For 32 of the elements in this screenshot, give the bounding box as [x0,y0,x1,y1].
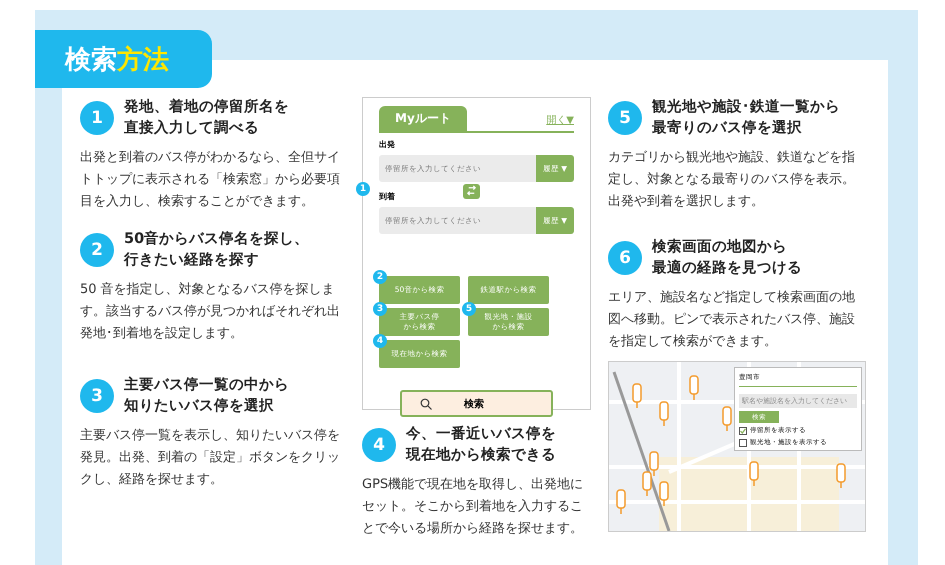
step-heading: 50音からバス停名を探し、 行きたい経路を探す [124,230,310,270]
field-label: 出発 [379,139,395,150]
option-checkbox[interactable] [739,426,747,434]
search-button[interactable]: 検索 [400,390,553,417]
step-number-badge: 4 [362,428,396,462]
step-description: 出発と到着のバス停がわかるなら、全但サイトトップに表示される「検索窓」から必要項目を入力し、検索することができます。 [80,149,341,211]
step-heading: 観光地や施設･鉄道一覧から 最寄りのバス停を選択 [652,98,840,138]
step-number-badge: 2 [373,270,387,284]
step-heading: 発地、着地の停留所名を 直接入力して調べる [124,97,289,138]
my-route-tab[interactable]: Myルート [379,106,467,131]
step-number-badge: 5 [462,302,476,316]
step-number-badge: 6 [608,241,642,275]
step-heading: 主要バス停一覧の中から 知りたいバス停を選択 [124,375,289,416]
step-description: 50 音を指定し、対象となるバス停を探します。該当するバス停が見つかればそれぞれ出発地･到着地を設定します。 [80,281,341,343]
step-description: エリア、施設名など指定して検索画面の地図へ移動。ピンで表示されたバス停、施設を指定して検索ができます。 [608,289,856,351]
step-number-badge: 3 [80,379,114,413]
search-icon [420,398,432,410]
option-checkbox[interactable] [739,438,747,446]
step-description: カテゴリから観光地や施設、鉄道などを指定し、対象となる最寄りのバス停を表示。出発や到着を選択します。 [608,149,856,211]
step-heading: 今、一番近いバス停を 現在地から検索できる [406,424,556,465]
step-heading: 検索画面の地図から 最適の経路を見つける [652,238,802,278]
step-number-badge: 1 [356,182,370,196]
section-title: 検索方法 [35,30,212,88]
step-description: GPS機能で現在地を取得し、出発地にセット。そこから到着地を入力することで今いる場所から経路を探せます。 [362,476,584,538]
step-description: 主要バス停一覧を表示し、知りたいバス停を発見。出発、到着の「設定」ボタンをクリックし、経路を探せます。 [80,427,341,489]
open-link[interactable]: 開く▼ [546,113,574,127]
step-number-badge: 1 [80,101,114,135]
step-number-badge: 2 [80,233,114,267]
step-number-badge: 5 [608,101,642,135]
step-number-badge: 4 [373,334,387,348]
step-number-badge: 3 [373,302,387,316]
field-label: 到着 [379,191,395,202]
